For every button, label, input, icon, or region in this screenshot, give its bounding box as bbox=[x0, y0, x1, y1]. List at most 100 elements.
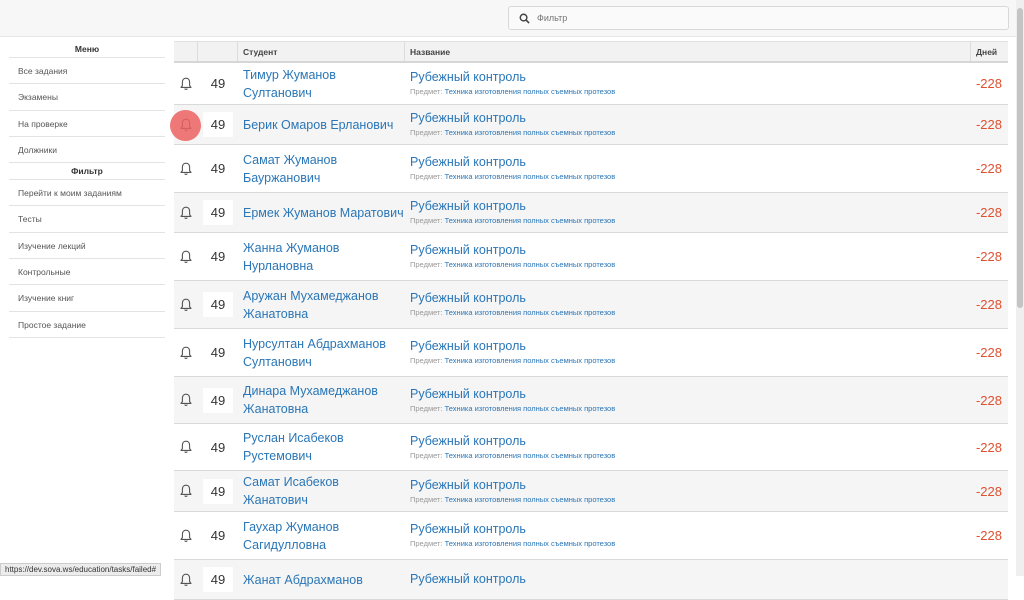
search-input[interactable] bbox=[537, 13, 977, 23]
student-link[interactable]: Тимур Жуманов Султанович bbox=[238, 66, 405, 102]
subject-link[interactable]: Техника изготовления полных съемных прот… bbox=[445, 451, 616, 460]
days-value: -228 bbox=[975, 117, 1002, 132]
student-link[interactable]: Жанна Жуманов Нурлановна bbox=[238, 239, 405, 275]
task-title-link[interactable]: Рубежный контроль bbox=[410, 242, 526, 259]
sidebar-item-books[interactable]: Изучение книг bbox=[9, 285, 165, 312]
sidebar-item-debtors[interactable]: Должники bbox=[9, 137, 165, 164]
count-badge: 49 bbox=[203, 112, 233, 137]
student-link[interactable]: Берик Омаров Ерланович bbox=[238, 116, 405, 134]
task-title-link[interactable]: Рубежный контроль bbox=[410, 571, 526, 588]
title-cell: Рубежный контроль Предмет: Техника изгото… bbox=[405, 477, 971, 506]
student-link[interactable]: Гаухар Жуманов Сагидулловна bbox=[238, 518, 405, 554]
sidebar-item-lectures[interactable]: Изучение лекций bbox=[9, 233, 165, 260]
task-title-link[interactable]: Рубежный контроль bbox=[410, 433, 526, 450]
title-cell: Рубежный контроль Предмет: Техника изгото… bbox=[405, 69, 971, 98]
bell-icon[interactable] bbox=[174, 162, 198, 176]
subject-link[interactable]: Техника изготовления полных съемных прот… bbox=[445, 404, 616, 413]
student-link[interactable]: Аружан Мухамеджанов Жанатовна bbox=[238, 287, 405, 323]
sidebar-item-exams[interactable]: Экзамены bbox=[9, 84, 165, 111]
student-link[interactable]: Самат Исабеков Жанатович bbox=[238, 473, 405, 509]
subject-link[interactable]: Техника изготовления полных съемных прот… bbox=[445, 128, 616, 137]
student-link[interactable]: Ермек Жуманов Маратович bbox=[238, 204, 405, 222]
days-value: -228 bbox=[975, 249, 1002, 264]
subject-link[interactable]: Техника изготовления полных съемных прот… bbox=[445, 172, 616, 181]
subject-link[interactable]: Техника изготовления полных съемных прот… bbox=[445, 216, 616, 225]
bell-icon[interactable] bbox=[174, 346, 198, 360]
table-row[interactable]: 49 Аружан Мухамеджанов Жанатовна Рубежный … bbox=[174, 281, 1008, 329]
subject-link[interactable]: Техника изготовления полных съемных прот… bbox=[445, 356, 616, 365]
table-header: Студент Название Дней bbox=[174, 41, 1008, 63]
bell-icon[interactable] bbox=[174, 77, 198, 91]
bell-icon[interactable] bbox=[174, 484, 198, 498]
task-title-link[interactable]: Рубежный контроль bbox=[410, 69, 526, 86]
subject-prefix: Предмет: bbox=[410, 356, 443, 365]
click-indicator bbox=[170, 110, 201, 141]
header-student[interactable]: Студент bbox=[238, 42, 405, 61]
table-row[interactable]: 49 Жанна Жуманов Нурлановна Рубежный контр… bbox=[174, 233, 1008, 281]
student-link[interactable]: Динара Мухамеджанов Жанатовна bbox=[238, 382, 405, 418]
student-link[interactable]: Руслан Исабеков Рустемович bbox=[238, 429, 405, 465]
task-title-link[interactable]: Рубежный контроль bbox=[410, 290, 526, 307]
subject-prefix: Предмет: bbox=[410, 494, 443, 504]
count-badge: 49 bbox=[203, 200, 233, 225]
table-row[interactable]: 49 Руслан Исабеков Рустемович Рубежный кон… bbox=[174, 424, 1008, 471]
subject-prefix: Предмет: bbox=[410, 87, 443, 96]
subject-prefix: Предмет: bbox=[410, 450, 443, 460]
sidebar-item-all-tasks[interactable]: Все задания bbox=[9, 58, 165, 85]
task-title-link[interactable]: Рубежный контроль bbox=[410, 154, 526, 171]
subject-link[interactable]: Техника изготовления полных съемных прот… bbox=[445, 87, 616, 96]
scrollbar-thumb[interactable] bbox=[1017, 8, 1023, 308]
count-badge: 49 bbox=[203, 244, 233, 269]
task-title-link[interactable]: Рубежный контроль bbox=[410, 521, 526, 538]
count-cell: 49 bbox=[198, 434, 238, 460]
sidebar-item-tests[interactable]: Тесты bbox=[9, 206, 165, 233]
subject-link[interactable]: Техника изготовления полных съемных прот… bbox=[445, 308, 616, 317]
title-cell: Рубежный контроль Предмет: Техника изгото… bbox=[405, 242, 971, 271]
sidebar-item-review[interactable]: На проверке bbox=[9, 111, 165, 137]
top-bar bbox=[0, 0, 1016, 37]
subject-line: Предмет: Техника изготовления полных съе… bbox=[410, 171, 615, 183]
subject-link[interactable]: Техника изготовления полных съемных прот… bbox=[445, 539, 616, 548]
title-cell: Рубежный контроль Предмет: Техника изгото… bbox=[405, 338, 971, 367]
bell-icon[interactable] bbox=[174, 206, 198, 220]
sidebar-item-my-tasks[interactable]: Перейти к моим заданиям bbox=[9, 180, 165, 207]
subject-link[interactable]: Техника изготовления полных съемных прот… bbox=[445, 495, 616, 504]
table-row[interactable]: 49 Берик Омаров Ерланович Рубежный контрол… bbox=[174, 105, 1008, 145]
header-title[interactable]: Название bbox=[405, 42, 971, 61]
scrollbar[interactable] bbox=[1016, 0, 1024, 576]
table-row[interactable]: 49 Самат Исабеков Жанатович Рубежный контр… bbox=[174, 471, 1008, 512]
subject-prefix: Предмет: bbox=[410, 216, 443, 225]
title-cell: Рубежный контроль Предмет: Техника изгото… bbox=[405, 198, 971, 227]
sidebar-item-control[interactable]: Контрольные bbox=[9, 259, 165, 286]
title-cell: Рубежный контроль Предмет: Техника изгото… bbox=[405, 386, 971, 415]
task-title-link[interactable]: Рубежный контроль bbox=[410, 386, 526, 403]
table-row[interactable]: 49 Нурсултан Абдрахманов Султанович Рубежн… bbox=[174, 329, 1008, 377]
bell-icon[interactable] bbox=[174, 298, 198, 312]
table-row[interactable]: 49 Динара Мухамеджанов Жанатовна Рубежный … bbox=[174, 377, 1008, 424]
count-cell: 49 bbox=[198, 340, 238, 365]
bell-icon[interactable] bbox=[174, 250, 198, 264]
header-days[interactable]: Дней bbox=[971, 42, 1008, 61]
table-body: 49 Тимур Жуманов Султанович Рубежный контр… bbox=[174, 63, 1008, 600]
student-link[interactable]: Самат Жуманов Бауржанович bbox=[238, 151, 405, 187]
table-row[interactable]: 49 Самат Жуманов Бауржанович Рубежный конт… bbox=[174, 145, 1008, 193]
sidebar-item-simple-task[interactable]: Простое задание bbox=[9, 312, 165, 338]
subject-link[interactable]: Техника изготовления полных съемных прот… bbox=[445, 260, 616, 269]
task-title-link[interactable]: Рубежный контроль bbox=[410, 477, 526, 494]
student-link[interactable]: Жанат Абдрахманов bbox=[238, 571, 405, 589]
subject-line: Предмет: Техника изготовления полных съе… bbox=[410, 259, 615, 271]
task-title-link[interactable]: Рубежный контроль bbox=[410, 198, 526, 215]
task-title-link[interactable]: Рубежный контроль bbox=[410, 338, 526, 355]
table-row[interactable]: 49 Ермек Жуманов Маратович Рубежный контро… bbox=[174, 193, 1008, 233]
table-row[interactable]: 49 Жанат Абдрахманов Рубежный контроль bbox=[174, 560, 1008, 600]
bell-icon[interactable] bbox=[174, 573, 198, 587]
table-row[interactable]: 49 Тимур Жуманов Султанович Рубежный контр… bbox=[174, 63, 1008, 105]
bell-icon[interactable] bbox=[174, 440, 198, 454]
table-row[interactable]: 49 Гаухар Жуманов Сагидулловна Рубежный ко… bbox=[174, 512, 1008, 560]
count-badge: 49 bbox=[203, 478, 233, 504]
bell-icon[interactable] bbox=[174, 529, 198, 543]
student-link[interactable]: Нурсултан Абдрахманов Султанович bbox=[238, 335, 405, 371]
search-box[interactable] bbox=[508, 6, 1009, 30]
task-title-link[interactable]: Рубежный контроль bbox=[410, 110, 526, 127]
bell-icon[interactable] bbox=[174, 393, 198, 407]
